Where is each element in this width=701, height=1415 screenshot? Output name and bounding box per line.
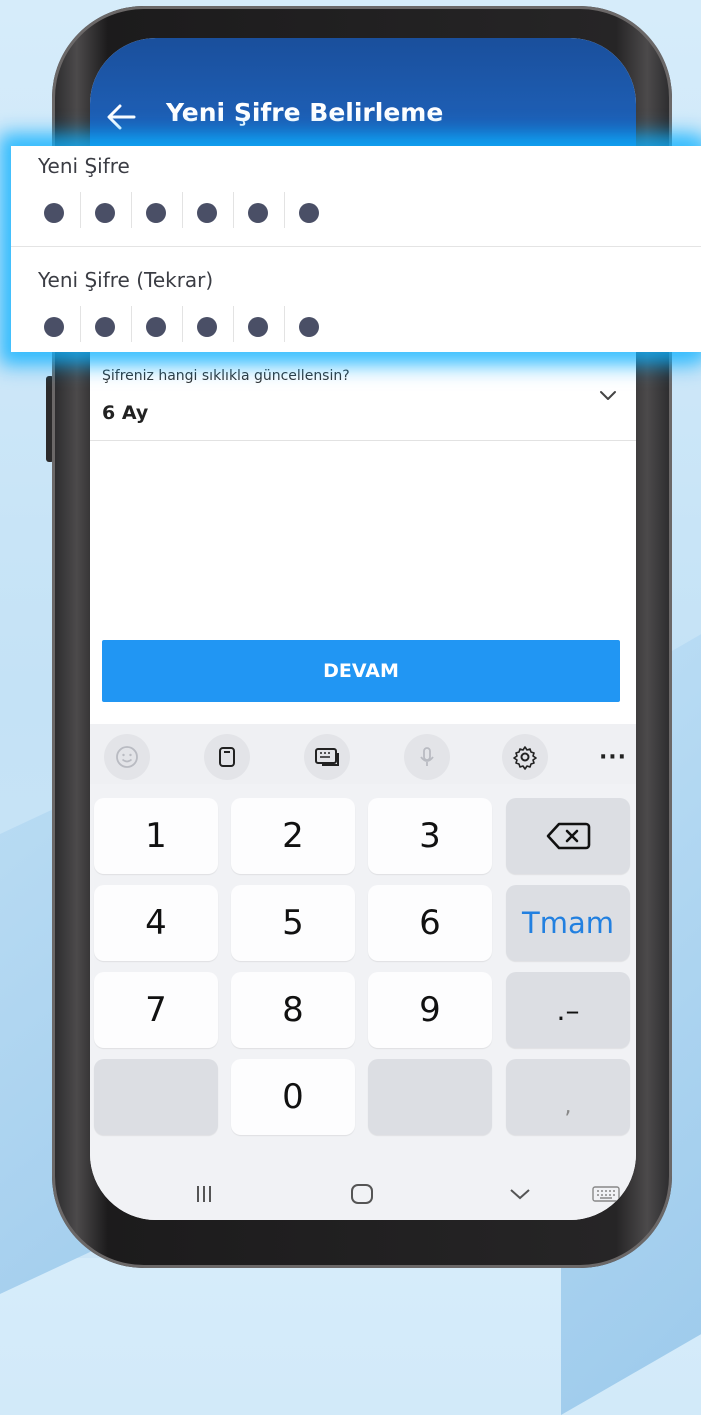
dot-dash-key[interactable]: .– — [506, 972, 630, 1048]
password-dot — [95, 203, 115, 223]
separator — [182, 192, 183, 228]
divider — [11, 246, 701, 247]
settings-icon[interactable] — [502, 734, 548, 780]
key-0[interactable]: 0 — [231, 1059, 355, 1135]
hide-keyboard-icon[interactable] — [490, 1174, 550, 1214]
password-dot — [248, 317, 268, 337]
key-8[interactable]: 8 — [231, 972, 355, 1048]
key-6[interactable]: 6 — [368, 885, 492, 961]
password-dot — [197, 317, 217, 337]
keyboard-switch-icon[interactable] — [576, 1174, 636, 1214]
separator — [182, 306, 183, 342]
numeric-keyboard: 1 2 3 4 5 6 Tmam 7 8 9 .– 0 , — [90, 784, 636, 1170]
keyboard-layout-icon[interactable] — [304, 734, 350, 780]
separator — [131, 192, 132, 228]
frequency-select-value[interactable]: 6 Ay — [102, 402, 148, 424]
recent-apps-icon[interactable] — [174, 1174, 234, 1214]
comma-key[interactable]: , — [506, 1059, 630, 1135]
new-password-label: Yeni Şifre — [38, 154, 130, 178]
backspace-key[interactable] — [506, 798, 630, 874]
key-7[interactable]: 7 — [94, 972, 218, 1048]
key-4[interactable]: 4 — [94, 885, 218, 961]
password-card: Yeni Şifre Yeni Şifre (Tekrar) — [11, 146, 701, 352]
separator — [284, 306, 285, 342]
key-1[interactable]: 1 — [94, 798, 218, 874]
password-dot — [197, 203, 217, 223]
password-dot — [248, 203, 268, 223]
continue-button[interactable]: DEVAM — [102, 640, 620, 702]
password-dot — [146, 317, 166, 337]
key-3[interactable]: 3 — [368, 798, 492, 874]
divider — [90, 440, 636, 441]
key-9[interactable]: 9 — [368, 972, 492, 1048]
app-bar: Yeni Şifre Belirleme — [90, 38, 636, 146]
done-key[interactable]: Tmam — [506, 885, 630, 961]
page-title: Yeni Şifre Belirleme — [166, 98, 444, 127]
separator — [131, 306, 132, 342]
password-dot — [299, 203, 319, 223]
microphone-icon[interactable] — [404, 734, 450, 780]
password-dot — [44, 317, 64, 337]
key-2[interactable]: 2 — [231, 798, 355, 874]
separator — [80, 192, 81, 228]
backspace-icon — [546, 822, 591, 850]
empty-key-right — [368, 1059, 492, 1135]
separator — [233, 192, 234, 228]
empty-key-left — [94, 1059, 218, 1135]
home-icon[interactable] — [332, 1174, 392, 1214]
separator — [233, 306, 234, 342]
keyboard-toolbar: ··· — [90, 724, 636, 784]
password-dot — [146, 203, 166, 223]
separator — [284, 192, 285, 228]
frequency-label: Şifreniz hangi sıklıkla güncellensin? — [102, 368, 350, 384]
chevron-down-icon[interactable] — [596, 384, 620, 408]
repeat-password-label: Yeni Şifre (Tekrar) — [38, 268, 214, 292]
system-nav-bar — [90, 1170, 636, 1220]
clipboard-icon[interactable] — [204, 734, 250, 780]
password-dot — [44, 203, 64, 223]
key-5[interactable]: 5 — [231, 885, 355, 961]
password-dot — [95, 317, 115, 337]
separator — [80, 306, 81, 342]
password-dot — [299, 317, 319, 337]
emoji-icon[interactable] — [104, 734, 150, 780]
more-options-icon[interactable]: ··· — [590, 734, 636, 780]
